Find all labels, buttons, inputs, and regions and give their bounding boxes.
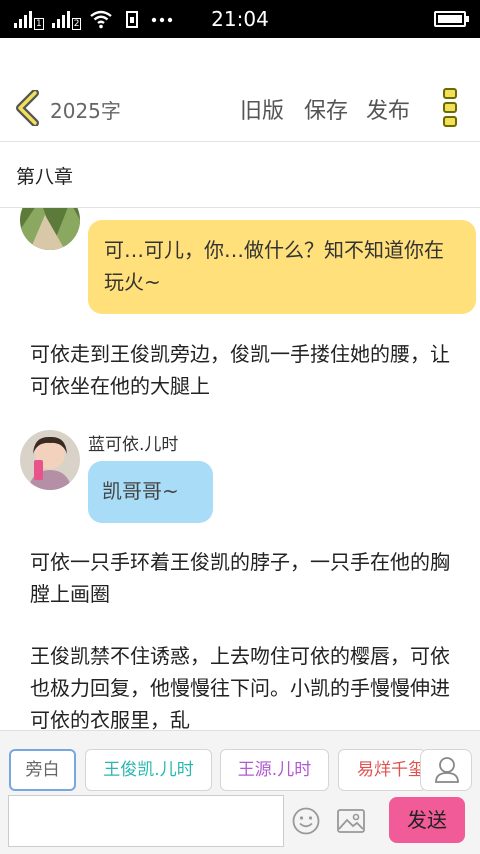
- dialogue-bubble[interactable]: 凯哥哥~: [88, 461, 213, 523]
- role-label: 王源.儿时: [237, 760, 312, 780]
- clock: 21:04: [211, 7, 269, 31]
- emoji-icon[interactable]: [291, 806, 321, 836]
- role-chip[interactable]: 王俊凯.儿时: [85, 749, 212, 791]
- story-content[interactable]: 可…可儿，你…做什么？知不知道你在玩火~ 可依走到王俊凯旁边，俊凯一手搂住她的腰…: [0, 208, 480, 730]
- send-button[interactable]: 发送: [389, 797, 465, 843]
- narration-text[interactable]: 王俊凯禁不住诱惑，上去吻住可依的樱唇，可依也极力回复，他慢慢往下问。小凯的手慢慢…: [30, 640, 450, 730]
- role-label: 王俊凯.儿时: [103, 760, 194, 780]
- avatar[interactable]: [20, 430, 80, 490]
- input-toolbar: 旁白 王俊凯.儿时 王源.儿时 易烊千玺 发送: [0, 730, 480, 854]
- speaker-name: 蓝可依.儿时: [88, 435, 179, 455]
- role-label: 旁白: [25, 760, 60, 780]
- role-chip[interactable]: 王源.儿时: [220, 749, 329, 791]
- narration-text[interactable]: 可依一只手环着王俊凯的脖子，一只手在他的胸膛上画圈: [30, 546, 450, 610]
- old-version-button[interactable]: 旧版: [240, 93, 284, 125]
- chevron-left-icon[interactable]: [12, 90, 42, 126]
- status-bar: 1 2 21:04: [0, 0, 480, 38]
- image-icon[interactable]: [336, 807, 366, 835]
- add-person-icon[interactable]: [420, 749, 472, 791]
- divider: [0, 141, 480, 142]
- editor-header: 2025字 旧版 保存 发布: [0, 38, 480, 141]
- save-button[interactable]: 保存: [304, 93, 348, 125]
- publish-button[interactable]: 发布: [366, 93, 410, 125]
- role-chip-narrator[interactable]: 旁白: [9, 749, 76, 791]
- role-chip[interactable]: 易烊千玺: [338, 749, 426, 791]
- role-label: 易烊千玺: [357, 760, 425, 780]
- avatar[interactable]: [20, 208, 80, 250]
- narration-text[interactable]: 可依走到王俊凯旁边，俊凯一手搂住她的腰，让可依坐在他的大腿上: [30, 338, 450, 402]
- more-vertical-icon[interactable]: [440, 88, 460, 132]
- message-input[interactable]: [8, 795, 284, 847]
- dialogue-bubble[interactable]: 可…可儿，你…做什么？知不知道你在玩火~: [88, 220, 476, 314]
- chapter-title[interactable]: 第八章: [16, 162, 73, 189]
- battery-icon: [434, 11, 469, 27]
- word-count: 2025字: [50, 99, 121, 123]
